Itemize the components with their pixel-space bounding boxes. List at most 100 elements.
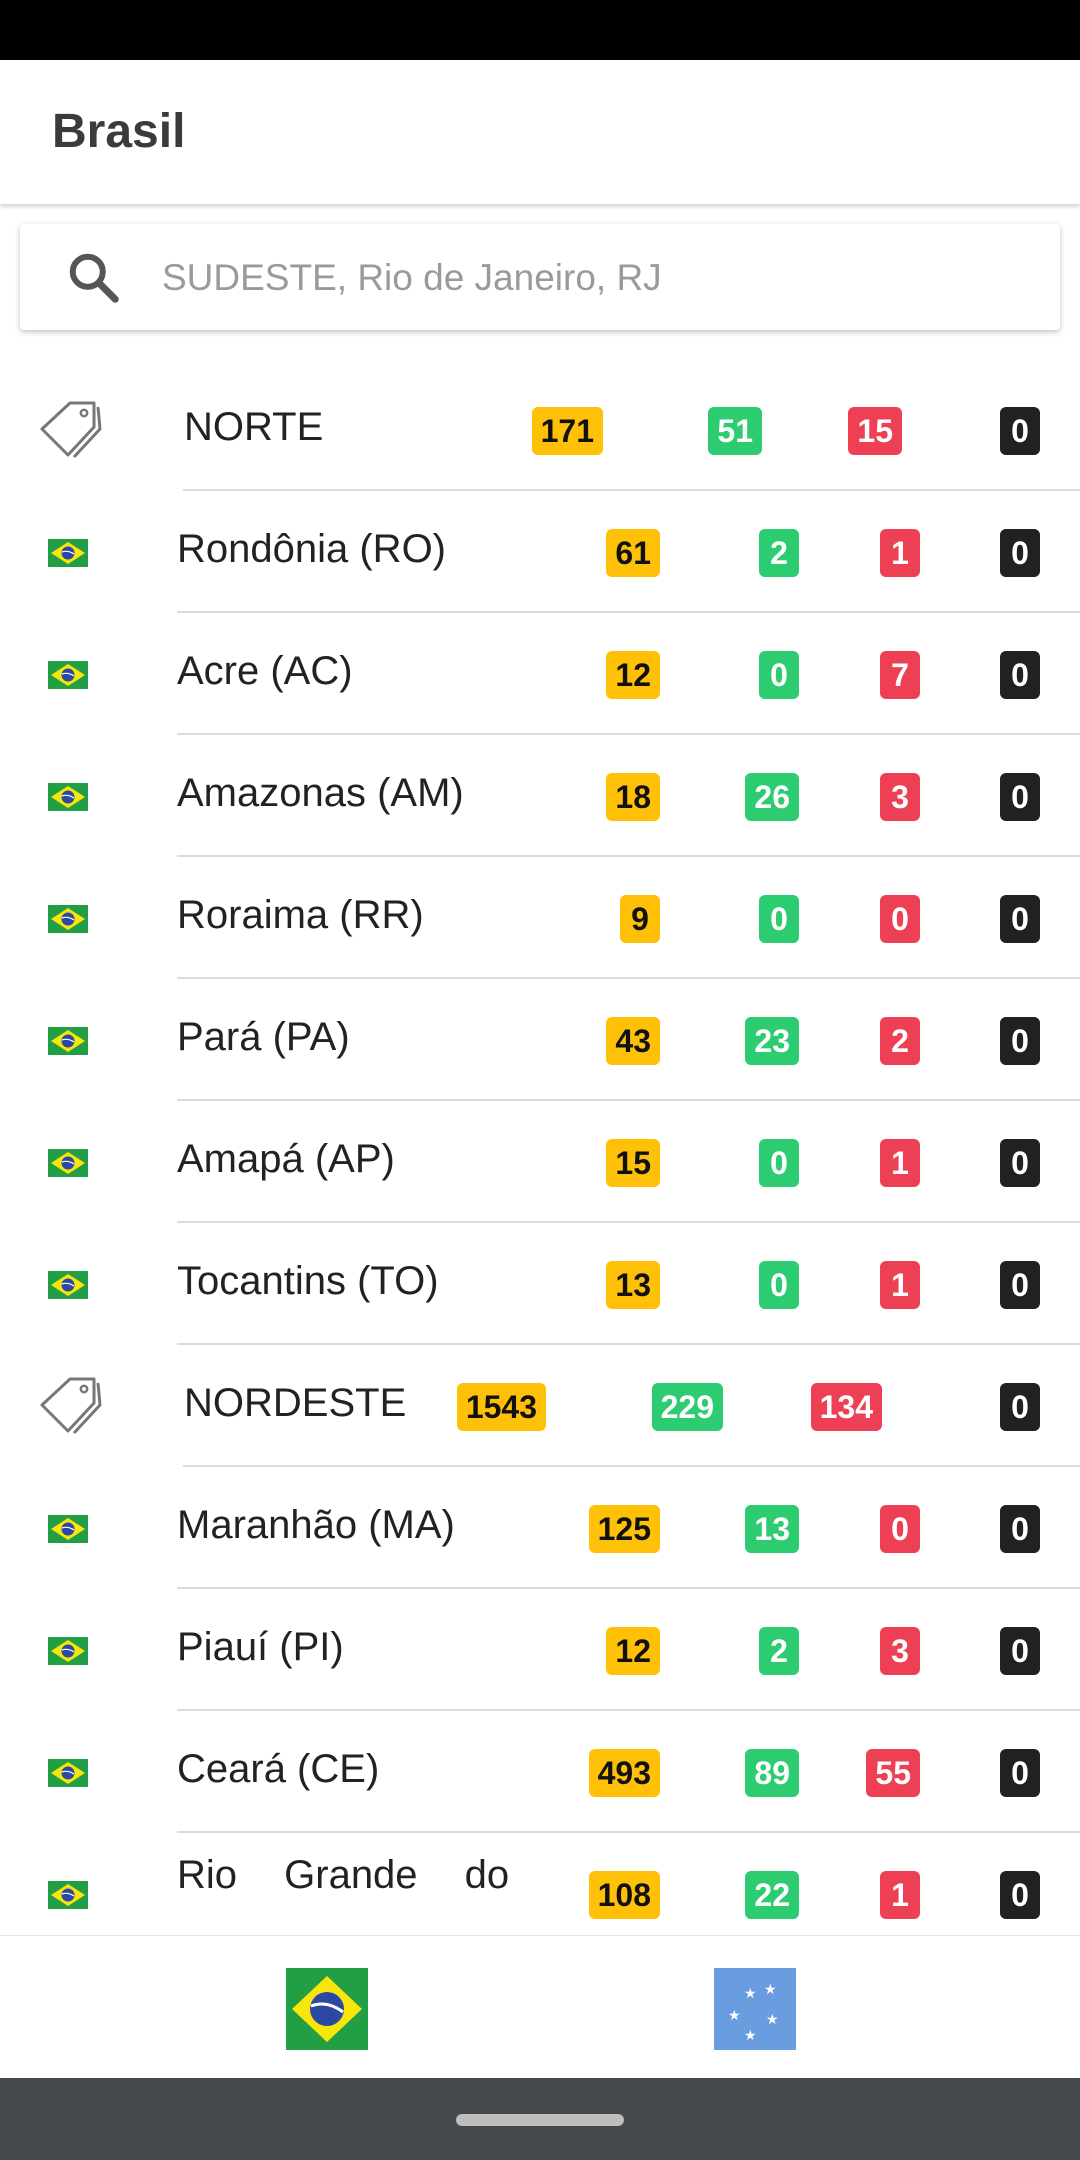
other-count-badge: 0	[1000, 1871, 1040, 1919]
recovered-count-badge: 0	[759, 1261, 799, 1309]
svg-text:★: ★	[766, 2012, 779, 2028]
row-name: Pará (PA)	[177, 1015, 350, 1059]
status-bar	[0, 0, 1080, 60]
brazil-flag-icon	[48, 905, 88, 933]
other-count-badge: 0	[1000, 1261, 1040, 1309]
other-count-badge: 0	[1000, 1383, 1040, 1431]
other-count-badge: 0	[1000, 1505, 1040, 1553]
other-count-badge: 0	[1000, 1017, 1040, 1065]
other-count-badge: 0	[1000, 1749, 1040, 1797]
state-row[interactable]: Maranhão (MA) 125 13 0 0	[0, 1467, 1080, 1589]
deaths-count-badge: 0	[880, 895, 920, 943]
other-count-badge: 0	[1000, 529, 1040, 577]
search-bar[interactable]	[20, 224, 1060, 330]
confirmed-count-badge: 108	[588, 1871, 660, 1919]
state-row[interactable]: Amapá (AP) 15 0 1 0	[0, 1101, 1080, 1223]
confirmed-count-badge: 12	[606, 1627, 660, 1675]
state-row[interactable]: Tocantins (TO) 13 0 1 0	[0, 1223, 1080, 1345]
tab-mercosul[interactable]: ★ ★ ★ ★ ★	[714, 1968, 796, 2050]
other-count-badge: 0	[1000, 773, 1040, 821]
deaths-count-badge: 3	[880, 1627, 920, 1675]
brazil-flag-icon	[48, 1881, 88, 1909]
brazil-flag-icon	[48, 1515, 88, 1543]
brazil-flag-icon	[48, 1149, 88, 1177]
other-count-badge: 0	[1000, 1139, 1040, 1187]
recovered-count-badge: 0	[759, 1139, 799, 1187]
row-name: Acre (AC)	[177, 649, 353, 693]
row-name: NORDESTE	[184, 1381, 407, 1425]
confirmed-count-badge: 9	[620, 895, 660, 943]
region-state-list[interactable]: NORTE 171 51 15 0 Rondônia (RO) 61 2 1 0 Acre (AC)…	[0, 369, 1080, 1935]
brazil-flag-icon	[48, 1759, 88, 1787]
brazil-flag-icon	[48, 1637, 88, 1665]
search-icon	[69, 253, 119, 303]
brazil-flag-icon	[48, 1027, 88, 1055]
mercosul-flag-icon: ★ ★ ★ ★ ★	[714, 1968, 796, 2050]
row-name: NORTE	[184, 405, 324, 449]
recovered-count-badge: 89	[745, 1749, 799, 1797]
state-row[interactable]: Pará (PA) 43 23 2 0	[0, 979, 1080, 1101]
state-row[interactable]: Amazonas (AM) 18 26 3 0	[0, 735, 1080, 857]
row-name: Roraima (RR)	[177, 893, 424, 937]
state-row[interactable]: Acre (AC) 12 0 7 0	[0, 613, 1080, 735]
state-row[interactable]: Rondônia (RO) 61 2 1 0	[0, 491, 1080, 613]
other-count-badge: 0	[1000, 1627, 1040, 1675]
row-name: Amapá (AP)	[177, 1137, 395, 1181]
home-gesture-handle[interactable]	[456, 2114, 624, 2126]
page-title: Brasil	[52, 105, 186, 158]
deaths-count-badge: 134	[810, 1383, 882, 1431]
recovered-count-badge: 22	[745, 1871, 799, 1919]
recovered-count-badge: 23	[745, 1017, 799, 1065]
confirmed-count-badge: 15	[606, 1139, 660, 1187]
recovered-count-badge: 229	[651, 1383, 723, 1431]
state-row[interactable]: Piauí (PI) 12 2 3 0	[0, 1589, 1080, 1711]
brazil-flag-icon	[286, 1968, 368, 2050]
tag-icon	[40, 1377, 102, 1435]
deaths-count-badge: 1	[880, 1871, 920, 1919]
row-name: Maranhão (MA)	[177, 1503, 455, 1547]
state-row[interactable]: Rio Grande do 108 22 1 0	[0, 1833, 1080, 1935]
recovered-count-badge: 2	[759, 1627, 799, 1675]
confirmed-count-badge: 125	[588, 1505, 660, 1553]
svg-text:★: ★	[728, 2008, 741, 2024]
state-row[interactable]: Ceará (CE) 493 89 55 0	[0, 1711, 1080, 1833]
bottom-navigation: ★ ★ ★ ★ ★	[0, 1935, 1080, 2079]
confirmed-count-badge: 1543	[456, 1383, 546, 1431]
brazil-flag-icon	[48, 661, 88, 689]
deaths-count-badge: 1	[880, 1139, 920, 1187]
row-name: Rio Grande do	[177, 1853, 510, 1897]
row-name: Piauí (PI)	[177, 1625, 344, 1669]
row-name: Ceará (CE)	[177, 1747, 380, 1791]
recovered-count-badge: 13	[745, 1505, 799, 1553]
svg-text:★: ★	[744, 2028, 757, 2044]
deaths-count-badge: 2	[880, 1017, 920, 1065]
brazil-flag-icon	[48, 783, 88, 811]
region-row[interactable]: NORTE 171 51 15 0	[0, 369, 1080, 491]
confirmed-count-badge: 18	[606, 773, 660, 821]
search-input[interactable]	[160, 240, 1024, 316]
confirmed-count-badge: 61	[606, 529, 660, 577]
deaths-count-badge: 15	[848, 407, 902, 455]
deaths-count-badge: 1	[880, 1261, 920, 1309]
deaths-count-badge: 55	[866, 1749, 920, 1797]
confirmed-count-badge: 13	[606, 1261, 660, 1309]
other-count-badge: 0	[1000, 895, 1040, 943]
confirmed-count-badge: 171	[531, 407, 603, 455]
row-name: Tocantins (TO)	[177, 1259, 439, 1303]
recovered-count-badge: 0	[759, 895, 799, 943]
deaths-count-badge: 3	[880, 773, 920, 821]
confirmed-count-badge: 493	[588, 1749, 660, 1797]
other-count-badge: 0	[1000, 407, 1040, 455]
row-name: Rondônia (RO)	[177, 527, 447, 571]
deaths-count-badge: 0	[880, 1505, 920, 1553]
tab-brasil[interactable]	[286, 1968, 368, 2050]
recovered-count-badge: 2	[759, 529, 799, 577]
other-count-badge: 0	[1000, 651, 1040, 699]
state-row[interactable]: Roraima (RR) 9 0 0 0	[0, 857, 1080, 979]
recovered-count-badge: 26	[745, 773, 799, 821]
region-row[interactable]: NORDESTE 1543 229 134 0	[0, 1345, 1080, 1467]
tag-icon	[40, 401, 102, 459]
svg-text:★: ★	[744, 1986, 757, 2002]
svg-text:★: ★	[764, 1982, 777, 1998]
brazil-flag-icon	[48, 1271, 88, 1299]
